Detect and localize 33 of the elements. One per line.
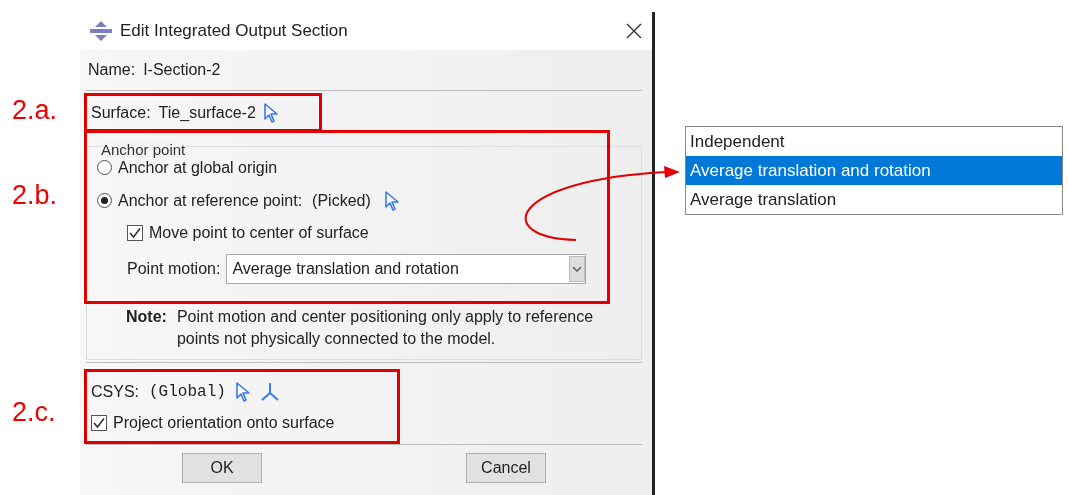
pointer-icon[interactable] bbox=[263, 102, 278, 123]
checkbox-label: Project orientation onto surface bbox=[113, 413, 335, 432]
annotation-label: 2.b. bbox=[12, 180, 58, 211]
checkbox-label: Move point to center of surface bbox=[149, 224, 369, 242]
radio-label: Anchor at reference point: bbox=[118, 191, 303, 210]
csys-label: CSYS: bbox=[91, 382, 139, 401]
dropdown-option[interactable]: Average translation and rotation bbox=[686, 156, 1062, 185]
surface-value: Tie_surface-2 bbox=[158, 103, 256, 122]
dialog-button[interactable]: OK bbox=[182, 453, 262, 483]
radio-button[interactable] bbox=[97, 160, 112, 175]
name-value: I-Section-2 bbox=[143, 61, 221, 79]
note-label: Note: bbox=[126, 307, 167, 327]
close-icon[interactable] bbox=[626, 23, 642, 39]
pointer-icon[interactable] bbox=[384, 190, 399, 211]
radio-button[interactable] bbox=[97, 193, 112, 208]
note-text: Point motion and center positioning only apply to reference points not physically connected to the model. bbox=[176, 307, 595, 349]
name-label: Name: bbox=[88, 61, 136, 79]
pointer-icon[interactable] bbox=[235, 381, 250, 402]
annotation-label: 2.a. bbox=[12, 95, 58, 126]
checkbox[interactable] bbox=[91, 414, 107, 431]
csys-value: (Global) bbox=[149, 382, 226, 401]
point-motion-dropdown[interactable]: Average translation and rotation bbox=[226, 254, 587, 284]
checkbox[interactable] bbox=[127, 225, 143, 241]
radio-label: Anchor at global origin bbox=[118, 158, 278, 177]
window-title: Edit Integrated Output Section bbox=[120, 21, 349, 41]
picked-value: (Picked) bbox=[312, 191, 371, 210]
group-title: Anchor point bbox=[101, 141, 186, 158]
point-motion-label: Point motion: bbox=[127, 260, 221, 278]
axis-triad-icon[interactable] bbox=[259, 381, 280, 402]
app-icon bbox=[90, 21, 112, 41]
annotation-label: 2.c. bbox=[12, 397, 56, 428]
surface-label: Surface: bbox=[91, 103, 151, 122]
dialog-button[interactable]: Cancel bbox=[466, 453, 546, 483]
